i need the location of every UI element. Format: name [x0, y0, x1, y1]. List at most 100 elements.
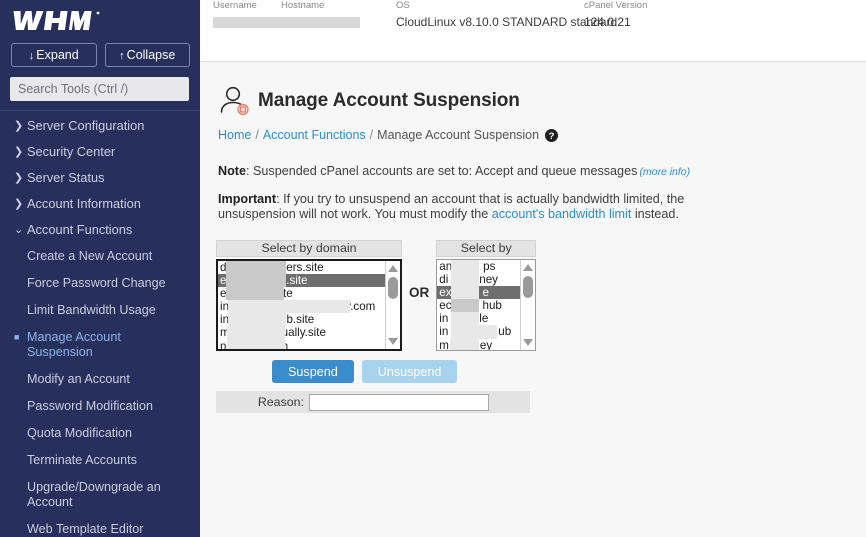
domain-select-header: Select by domain	[216, 240, 402, 257]
sidebar-item-label: Server Configuration	[27, 118, 145, 133]
redaction-mask	[226, 287, 284, 301]
redacted-username	[213, 17, 285, 29]
bullet-icon: ●	[14, 303, 27, 318]
sidebar-item-label: Server Status	[27, 170, 105, 185]
scroll-down-arrow-icon[interactable]	[523, 339, 534, 346]
unsuspend-button[interactable]: Unsuspend	[361, 360, 458, 383]
sidebar-item-force-password-change[interactable]: ● Force Password Change	[0, 270, 200, 297]
sidebar-item-account-functions[interactable]: ⌄ Account Functions	[0, 217, 200, 243]
breadcrumb-separator: /	[255, 128, 259, 142]
bullet-icon: ●	[14, 480, 27, 495]
reason-input[interactable]	[309, 393, 489, 411]
whm-logo-icon	[13, 11, 100, 30]
list-item[interactable]: d kers.site	[218, 261, 400, 275]
important-line: Important: If you try to unsuspend an ac…	[218, 180, 750, 222]
bullet-icon: ●	[14, 399, 27, 414]
collapse-button-label: Collapse	[126, 48, 176, 62]
sidebar-item-quota-modification[interactable]: ● Quota Modification	[0, 420, 200, 447]
sidebar-item-modify-an-account[interactable]: ● Modify an Account	[0, 366, 200, 393]
server-info-hostname: Hostname	[281, 0, 360, 29]
domain-listbox-scrollbar[interactable]	[385, 261, 400, 349]
expand-button[interactable]: ↓ Expand	[11, 43, 97, 67]
username-select-header: Select by username	[436, 240, 537, 270]
breadcrumb-current: Manage Account Suspension	[377, 128, 540, 142]
bullet-icon: ●	[14, 453, 27, 468]
notes-section: Note: Suspended cPanel accounts are set …	[200, 142, 778, 222]
redaction-mask	[228, 300, 350, 314]
breadcrumb-home[interactable]: Home	[218, 128, 251, 142]
bullet-icon: ●	[14, 426, 27, 441]
account-selectors: Select by domain d kers.site e s.site e ite	[200, 222, 866, 351]
sidebar-item-label: Upgrade/Downgrade an Account	[27, 480, 161, 509]
search-input[interactable]	[10, 77, 189, 101]
search-tools-wrapper	[0, 67, 200, 101]
more-info-link[interactable]: (more info)	[637, 166, 690, 178]
bandwidth-limit-link[interactable]: account's bandwidth limit	[492, 207, 632, 221]
sidebar-item-manage-account-suspension[interactable]: ■ Manage Account Suspension	[0, 324, 200, 366]
scroll-down-arrow-icon[interactable]	[388, 338, 398, 345]
username-prefix: ex	[439, 286, 452, 300]
breadcrumb-separator: /	[369, 128, 374, 142]
svg-text:?: ?	[549, 130, 555, 141]
collapse-button[interactable]: ↑ Collapse	[104, 43, 190, 67]
sidebar-item-terminate-accounts[interactable]: ● Terminate Accounts	[0, 447, 200, 474]
sidebar-item-password-modification[interactable]: ● Password Modification	[0, 393, 200, 420]
list-item[interactable]: in ub.site	[218, 313, 400, 327]
breadcrumb: Home / Account Functions / Manage Accoun…	[200, 118, 866, 142]
sidebar-item-label: Create a New Account	[27, 249, 153, 263]
sidebar-item-label: Modify an Account	[27, 372, 130, 386]
sidebar-item-security-center[interactable]: ❯ Security Center	[0, 139, 200, 165]
suspend-button[interactable]: Suspend	[272, 360, 354, 383]
sidebar-item-limit-bandwidth-usage[interactable]: ● Limit Bandwidth Usage	[0, 297, 200, 324]
scroll-up-arrow-icon[interactable]	[523, 264, 534, 271]
chevron-right-icon: ❯	[14, 146, 24, 158]
scroll-up-arrow-icon[interactable]	[388, 265, 398, 272]
redaction-mask	[228, 313, 286, 327]
username-prefix: m	[439, 338, 449, 351]
scrollbar-thumb[interactable]	[523, 276, 534, 298]
sidebar-item-server-status[interactable]: ❯ Server Status	[0, 165, 200, 191]
sidebar-item-web-template-editor[interactable]: ● Web Template Editor	[0, 516, 200, 537]
username-prefix: di	[439, 273, 449, 287]
sidebar-item-account-information[interactable]: ❯ Account Information	[0, 191, 200, 217]
sidebar-nav: ❯ Server Configuration ❯ Security Center…	[0, 111, 200, 537]
sidebar-item-label: Quota Modification	[27, 426, 133, 440]
sidebar-item-upgrade-downgrade-an-account[interactable]: ● Upgrade/Downgrade an Account	[0, 474, 200, 516]
list-item[interactable]: nm	[218, 339, 400, 349]
hostname-value	[281, 12, 360, 29]
whm-logo[interactable]	[0, 0, 200, 38]
bullet-icon: ●	[14, 522, 27, 537]
active-bullet-icon: ■	[14, 332, 20, 342]
server-info-username: Username	[213, 0, 285, 29]
redaction-mask	[227, 339, 285, 349]
list-item[interactable]: e ite	[218, 287, 400, 301]
redaction-mask	[451, 299, 480, 313]
cpanel-version-label: cPanel Version	[584, 0, 648, 11]
username-label: Username	[213, 0, 257, 11]
reason-bar: Reason:	[216, 391, 530, 413]
help-circle-icon[interactable]: ?	[545, 128, 559, 142]
breadcrumb-account-functions[interactable]: Account Functions	[263, 128, 366, 142]
list-item[interactable]: m ually.site	[218, 326, 400, 340]
chevron-right-icon: ❯	[14, 172, 24, 184]
username-listbox[interactable]: an ps di ney ex e ec hub in le in ub m e…	[436, 259, 537, 351]
redaction-mask	[450, 338, 480, 350]
bullet-icon: ●	[14, 372, 27, 387]
sidebar-item-create-a-new-account[interactable]: ● Create a New Account	[0, 243, 200, 270]
redaction-mask	[226, 274, 286, 288]
username-listbox-scrollbar[interactable]	[520, 260, 536, 350]
domain-listbox[interactable]: d kers.site e s.site e ite in ty.com in …	[216, 259, 402, 351]
username-prefix: in	[439, 325, 449, 339]
chevron-down-icon: ⌄	[14, 224, 24, 236]
sidebar-item-server-configuration[interactable]: ❯ Server Configuration	[0, 113, 200, 139]
redaction-mask	[451, 286, 480, 300]
action-buttons: Suspend Unsuspend	[200, 351, 866, 383]
important-text-part2: instead.	[631, 207, 679, 221]
scrollbar-thumb[interactable]	[388, 277, 398, 299]
list-item[interactable]: in ty.com	[218, 300, 400, 314]
list-item[interactable]: e s.site	[218, 274, 400, 288]
cpanel-version-value: 124.0.21	[584, 15, 631, 29]
redaction-mask	[451, 312, 480, 326]
server-info-bar: Username Hostname OS CloudLinux v8.10.0 …	[200, 0, 866, 62]
sidebar-item-label: Account Information	[27, 196, 141, 211]
